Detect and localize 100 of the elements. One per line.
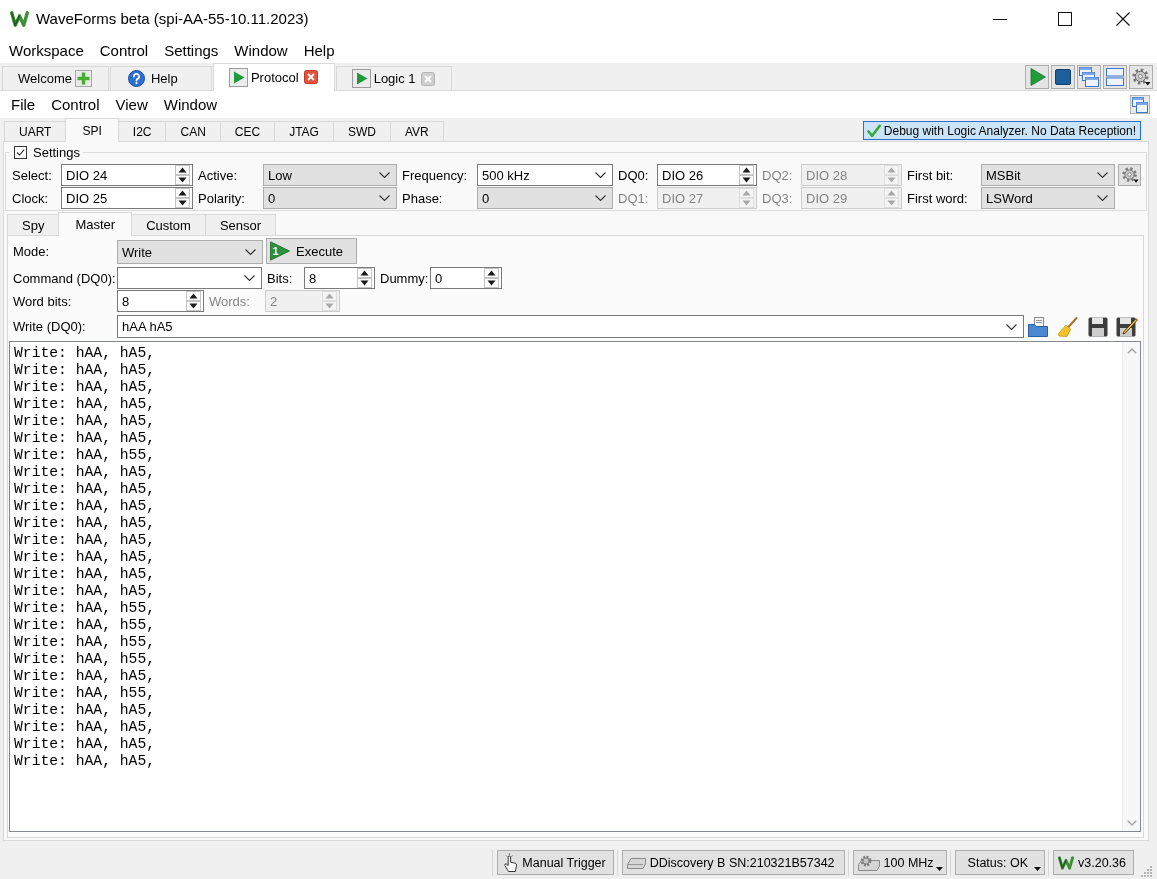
spin-arrows-icon[interactable] <box>175 188 190 208</box>
chevron-down-icon <box>1006 323 1017 330</box>
number-field[interactable]: DIO 24 <box>61 164 193 186</box>
spin-arrows-icon[interactable] <box>739 165 754 185</box>
log-line: Write: hAA, hA5, <box>14 379 156 396</box>
log-line: Write: hAA, hA5, <box>14 498 156 515</box>
field-label: First word: <box>906 189 969 208</box>
run-button[interactable] <box>1025 64 1049 89</box>
device-button[interactable]: DDiscovery B SN:210321B57342 <box>621 850 845 875</box>
field-label: Words: <box>209 293 251 309</box>
menu-item[interactable]: File <box>3 96 44 113</box>
log-line: Write: hAA, hA5, <box>14 532 156 549</box>
scrollbar[interactable] <box>1122 342 1140 831</box>
dropdown-triangle-icon <box>1034 867 1042 871</box>
workspace-tab[interactable]: Protocol <box>212 63 335 91</box>
restore-button[interactable] <box>1130 95 1150 114</box>
menu-item[interactable]: Help <box>295 41 343 59</box>
menu-item[interactable]: Control <box>91 41 157 59</box>
field-label: Active: <box>197 166 238 185</box>
clock-rate-button[interactable]: 100 MHz <box>852 850 947 875</box>
dropdown[interactable]: 0 <box>477 187 613 209</box>
menu-item[interactable]: View <box>107 96 156 113</box>
menu-item[interactable]: Workspace <box>1 41 92 59</box>
spin-arrows-icon[interactable] <box>175 165 190 185</box>
field-label: Mode: <box>13 243 51 259</box>
drive-icon <box>626 856 646 869</box>
number-field[interactable]: DIO 25 <box>61 187 193 209</box>
mode-tab[interactable]: Spy <box>7 214 60 235</box>
trigger-button[interactable]: Manual Trigger <box>497 850 614 875</box>
log-line: Write: hAA, hA5, <box>14 702 156 719</box>
bus-tab[interactable]: AVR <box>389 121 444 141</box>
field-label: First bit: <box>906 166 955 185</box>
field-label: DQ0: <box>617 166 650 185</box>
combo-box[interactable]: hAA hA5 <box>117 315 1024 338</box>
log-line: Write: hAA, hA5, <box>14 736 156 753</box>
bus-tab[interactable]: UART <box>4 121 67 141</box>
chevron-down-icon <box>1097 172 1108 178</box>
field-label: DQ2: <box>761 166 794 185</box>
log-line: Write: hAA, hA5, <box>14 583 156 600</box>
status-button[interactable]: Status: OK <box>954 850 1046 875</box>
stop-button[interactable] <box>1051 64 1075 89</box>
mode-tab[interactable]: Sensor <box>204 214 277 235</box>
close-icon[interactable] <box>1116 11 1130 26</box>
resize-grip-icon[interactable] <box>1141 865 1153 877</box>
combo-box[interactable]: 500 kHz <box>477 164 613 186</box>
gear-icon <box>1120 166 1139 184</box>
number-field[interactable]: 8 <box>117 290 204 312</box>
workspace-tab[interactable]: Help <box>109 66 212 90</box>
combo-box[interactable] <box>117 267 262 289</box>
maximize-icon[interactable] <box>1058 11 1072 26</box>
cascade-windows-button[interactable] <box>1077 64 1101 89</box>
version-button[interactable]: v3.20.36 <box>1053 850 1134 875</box>
dropdown[interactable]: Write <box>117 240 263 264</box>
log-line: Write: hAA, hA5, <box>14 719 156 736</box>
split-view-button[interactable] <box>1103 64 1127 89</box>
debug-button[interactable]: Debug with Logic Analyzer. No Data Reception! <box>862 121 1141 140</box>
spin-arrows-icon[interactable] <box>484 268 499 288</box>
checkmark-icon <box>866 123 881 138</box>
mode-tab[interactable]: Master <box>58 212 133 236</box>
chevron-down-icon <box>245 249 256 255</box>
menu-item[interactable]: Window <box>155 96 226 113</box>
workspace-tab[interactable]: Welcome <box>2 66 109 90</box>
dropdown[interactable]: 0 <box>263 187 397 209</box>
menu-item[interactable]: Settings <box>156 41 227 59</box>
dropdown[interactable]: Low <box>263 164 397 186</box>
dropdown-triangle-icon <box>935 867 943 871</box>
spin-arrows-icon[interactable] <box>357 268 372 288</box>
play-icon <box>351 69 371 88</box>
plus-icon[interactable] <box>74 70 92 87</box>
field-label: Bits: <box>267 270 294 286</box>
mode-tab[interactable]: Custom <box>131 214 206 235</box>
chevron-up-icon[interactable] <box>1126 348 1137 354</box>
floppy-pencil-icon[interactable] <box>1116 316 1138 337</box>
field-label: Command (DQ0): <box>13 270 117 286</box>
dropdown[interactable]: LSWord <box>981 187 1115 209</box>
settings-button[interactable] <box>1118 164 1141 186</box>
log-line: Write: hAA, h55, <box>14 600 156 617</box>
field-label: Word bits: <box>13 293 73 309</box>
execute-button[interactable]: 1 Execute <box>266 238 357 264</box>
logo-icon <box>1058 855 1075 870</box>
spin-arrows-icon[interactable] <box>186 291 201 311</box>
settings-button[interactable] <box>1129 64 1153 89</box>
number-field[interactable]: 8 <box>304 267 375 289</box>
field-label: Select: <box>11 166 53 185</box>
workspace-tab[interactable]: Logic 1 <box>335 66 452 90</box>
chevron-down-icon[interactable] <box>1126 820 1137 826</box>
field-label: Write (DQ0): <box>13 319 87 334</box>
menu-item[interactable]: Control <box>43 96 108 113</box>
field-label: Phase: <box>401 189 444 208</box>
folder-icon[interactable] <box>1028 316 1048 337</box>
checkbox[interactable] <box>14 145 27 159</box>
field-label: Clock: <box>11 189 50 208</box>
dropdown[interactable]: MSBit <box>981 164 1115 186</box>
menu-item[interactable]: Window <box>226 41 296 59</box>
bus-tab[interactable]: SPI <box>65 118 119 142</box>
broom-icon[interactable] <box>1058 316 1078 337</box>
number-field[interactable]: DIO 26 <box>657 164 757 186</box>
log-line: Write: hAA, h55, <box>14 634 156 651</box>
windows-icon <box>1079 66 1099 87</box>
number-field[interactable]: 0 <box>430 267 502 289</box>
